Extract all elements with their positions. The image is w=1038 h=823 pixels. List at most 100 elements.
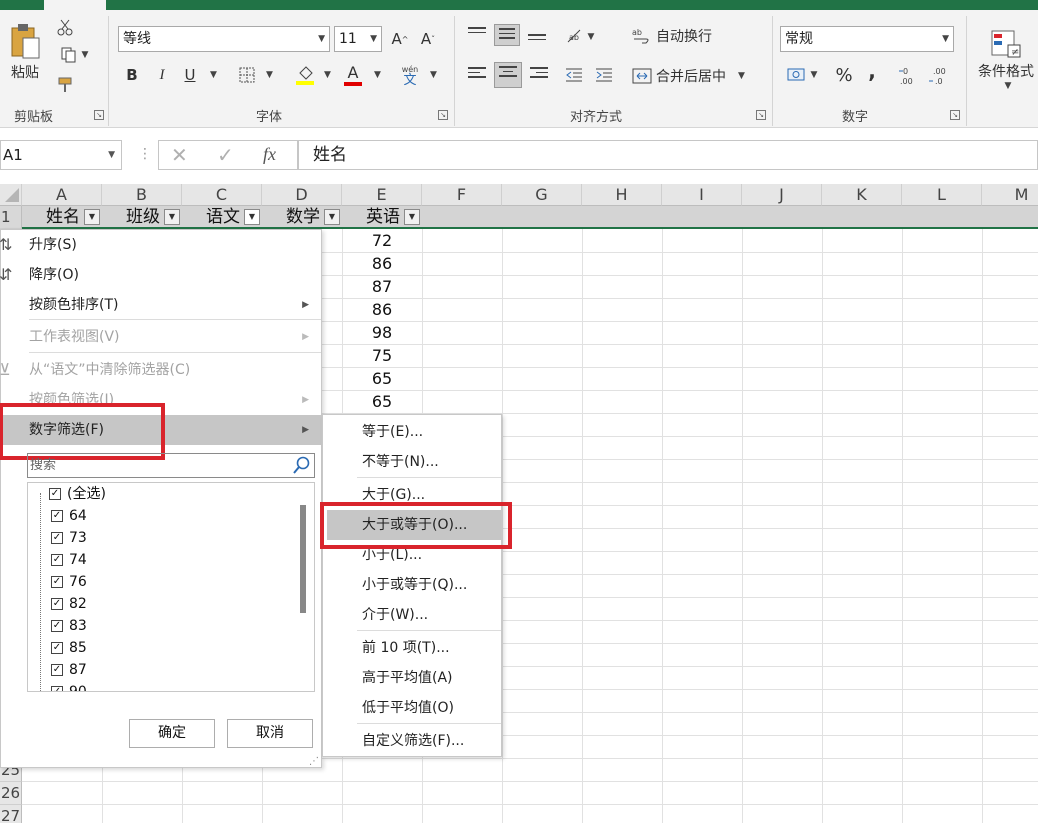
menu-item-sort-by-color[interactable]: 按颜色排序(T) ▶ xyxy=(1,290,321,320)
checkbox-checked[interactable]: ✓ xyxy=(51,554,63,566)
font-name-select[interactable]: 等线 ▼ xyxy=(118,26,330,52)
column-header-l[interactable]: L xyxy=(902,184,982,206)
percent-style-button[interactable]: % xyxy=(832,64,856,86)
checkbox-checked[interactable]: ✓ xyxy=(51,576,63,588)
accounting-format-button[interactable]: ▼ xyxy=(782,64,822,86)
checkbox-checked[interactable]: ✓ xyxy=(51,642,63,654)
filter-dropdown-button-active[interactable]: ▼ xyxy=(244,209,260,225)
column-header-g[interactable]: G xyxy=(502,184,582,206)
phonetic-dropdown-icon[interactable]: ▼ xyxy=(430,70,437,80)
table-cell[interactable]: 86 xyxy=(342,300,422,319)
filter-search-input[interactable]: 搜索 xyxy=(27,453,315,478)
column-header-a[interactable]: A xyxy=(22,184,102,206)
cancel-entry-icon[interactable]: ✕ xyxy=(171,143,188,167)
filter-dropdown-button[interactable]: ▼ xyxy=(404,209,420,225)
decrease-decimal-button[interactable]: .00.0 xyxy=(928,64,952,88)
submenu-item-not-equals[interactable]: 不等于(N)... xyxy=(323,447,501,477)
font-size-select[interactable]: 11 ▼ xyxy=(334,26,382,52)
list-item[interactable]: ✓ 82 xyxy=(51,593,87,615)
submenu-item-custom-filter[interactable]: 自定义筛选(F)... xyxy=(323,726,501,756)
filter-dropdown-button[interactable]: ▼ xyxy=(164,209,180,225)
submenu-item-above-average[interactable]: 高于平均值(A) xyxy=(323,663,501,693)
checkbox-checked[interactable]: ✓ xyxy=(51,686,63,691)
column-header-b[interactable]: B xyxy=(102,184,182,206)
checkbox-checked[interactable]: ✓ xyxy=(49,488,61,500)
checkbox-checked[interactable]: ✓ xyxy=(51,664,63,676)
align-left-button[interactable] xyxy=(464,64,490,86)
ok-button[interactable]: 确定 xyxy=(129,719,215,748)
submenu-item-top-10[interactable]: 前 10 项(T)... xyxy=(323,633,501,663)
wrap-text-button[interactable]: ab 自动换行 xyxy=(632,24,724,48)
column-header-f[interactable]: F xyxy=(422,184,502,206)
alignment-launcher-icon[interactable]: ↘ xyxy=(756,110,766,120)
list-item[interactable]: ✓ 74 xyxy=(51,549,87,571)
font-color-button[interactable]: A xyxy=(342,62,364,88)
table-cell[interactable]: 72 xyxy=(342,231,422,250)
align-right-button[interactable] xyxy=(526,64,552,86)
table-cell[interactable]: 86 xyxy=(342,254,422,273)
checkbox-checked[interactable]: ✓ xyxy=(51,510,63,522)
list-item[interactable]: ✓ 87 xyxy=(51,659,87,681)
fill-color-dropdown-icon[interactable]: ▼ xyxy=(324,70,331,80)
align-middle-button[interactable] xyxy=(494,24,520,46)
column-header-e[interactable]: E xyxy=(342,184,422,206)
increase-font-size-button[interactable]: A ^ xyxy=(388,28,412,50)
list-item[interactable]: ✓ 76 xyxy=(51,571,87,593)
table-cell[interactable]: 87 xyxy=(342,277,422,296)
increase-decimal-button[interactable]: 0.00 xyxy=(898,64,922,88)
number-launcher-icon[interactable]: ↘ xyxy=(950,110,960,120)
italic-button[interactable]: I xyxy=(152,64,172,86)
list-scrollbar[interactable] xyxy=(300,505,306,613)
filter-dropdown-button[interactable]: ▼ xyxy=(84,209,100,225)
select-all-corner[interactable] xyxy=(0,184,22,206)
phonetic-button[interactable]: wén 文 xyxy=(398,62,422,90)
resize-grip-icon[interactable]: ⋰ xyxy=(309,756,319,767)
comma-style-button[interactable]: , xyxy=(862,59,882,83)
underline-dropdown-icon[interactable]: ▼ xyxy=(210,70,217,80)
column-header-j[interactable]: J xyxy=(742,184,822,206)
column-header-k[interactable]: K xyxy=(822,184,902,206)
align-bottom-button[interactable] xyxy=(524,26,550,48)
decrease-font-size-button[interactable]: Aˇ xyxy=(416,28,440,50)
row-header-1[interactable]: 1 xyxy=(0,206,22,229)
align-top-button[interactable] xyxy=(464,24,490,46)
row-header-27[interactable]: 27 xyxy=(0,805,22,823)
table-cell[interactable]: 98 xyxy=(342,323,422,342)
decrease-indent-button[interactable] xyxy=(562,64,586,86)
submenu-item-below-average[interactable]: 低于平均值(O) xyxy=(323,693,501,723)
table-cell[interactable]: 65 xyxy=(342,392,422,411)
borders-button[interactable] xyxy=(236,64,258,86)
format-painter-button[interactable] xyxy=(54,74,76,96)
submenu-item-between[interactable]: 介于(W)... xyxy=(323,600,501,630)
merge-center-button[interactable]: 合并后居中 ▼ xyxy=(632,64,758,88)
menu-item-sort-descending[interactable]: ⇵ 降序(O) xyxy=(0,260,321,290)
table-cell[interactable]: 65 xyxy=(342,369,422,388)
insert-function-icon[interactable]: fx xyxy=(263,144,276,165)
column-header-d[interactable]: D xyxy=(262,184,342,206)
table-cell[interactable]: 75 xyxy=(342,346,422,365)
submenu-item-less-or-equal[interactable]: 小于或等于(Q)... xyxy=(323,570,501,600)
checkbox-checked[interactable]: ✓ xyxy=(51,532,63,544)
orientation-button[interactable]: ab ▼ xyxy=(560,26,600,48)
number-format-select[interactable]: 常规 ▼ xyxy=(780,26,954,52)
clipboard-launcher-icon[interactable]: ↘ xyxy=(94,110,104,120)
underline-button[interactable]: U xyxy=(180,64,200,86)
copy-button[interactable]: ▼ xyxy=(54,44,94,66)
column-header-h[interactable]: H xyxy=(582,184,662,206)
column-header-m[interactable]: M xyxy=(982,184,1038,206)
conditional-formatting-button[interactable]: ≠ 条件格式 ▼ xyxy=(974,20,1038,100)
list-item[interactable]: ✓ 73 xyxy=(51,527,87,549)
bold-button[interactable]: B xyxy=(122,64,142,86)
checkbox-checked[interactable]: ✓ xyxy=(51,620,63,632)
paste-button[interactable]: 粘贴 xyxy=(4,16,46,88)
list-item[interactable]: ✓ 64 xyxy=(51,505,87,527)
formula-input[interactable]: 姓名 xyxy=(298,140,1038,170)
confirm-entry-icon[interactable]: ✓ xyxy=(217,143,234,167)
cancel-button[interactable]: 取消 xyxy=(227,719,313,748)
row-header-26[interactable]: 26 xyxy=(0,782,22,805)
checkbox-checked[interactable]: ✓ xyxy=(51,598,63,610)
menu-item-sort-ascending[interactable]: ⇅ 升序(S) xyxy=(0,230,321,260)
borders-dropdown-icon[interactable]: ▼ xyxy=(266,70,273,80)
column-header-c[interactable]: C xyxy=(182,184,262,206)
submenu-item-equals[interactable]: 等于(E)... xyxy=(323,417,501,447)
